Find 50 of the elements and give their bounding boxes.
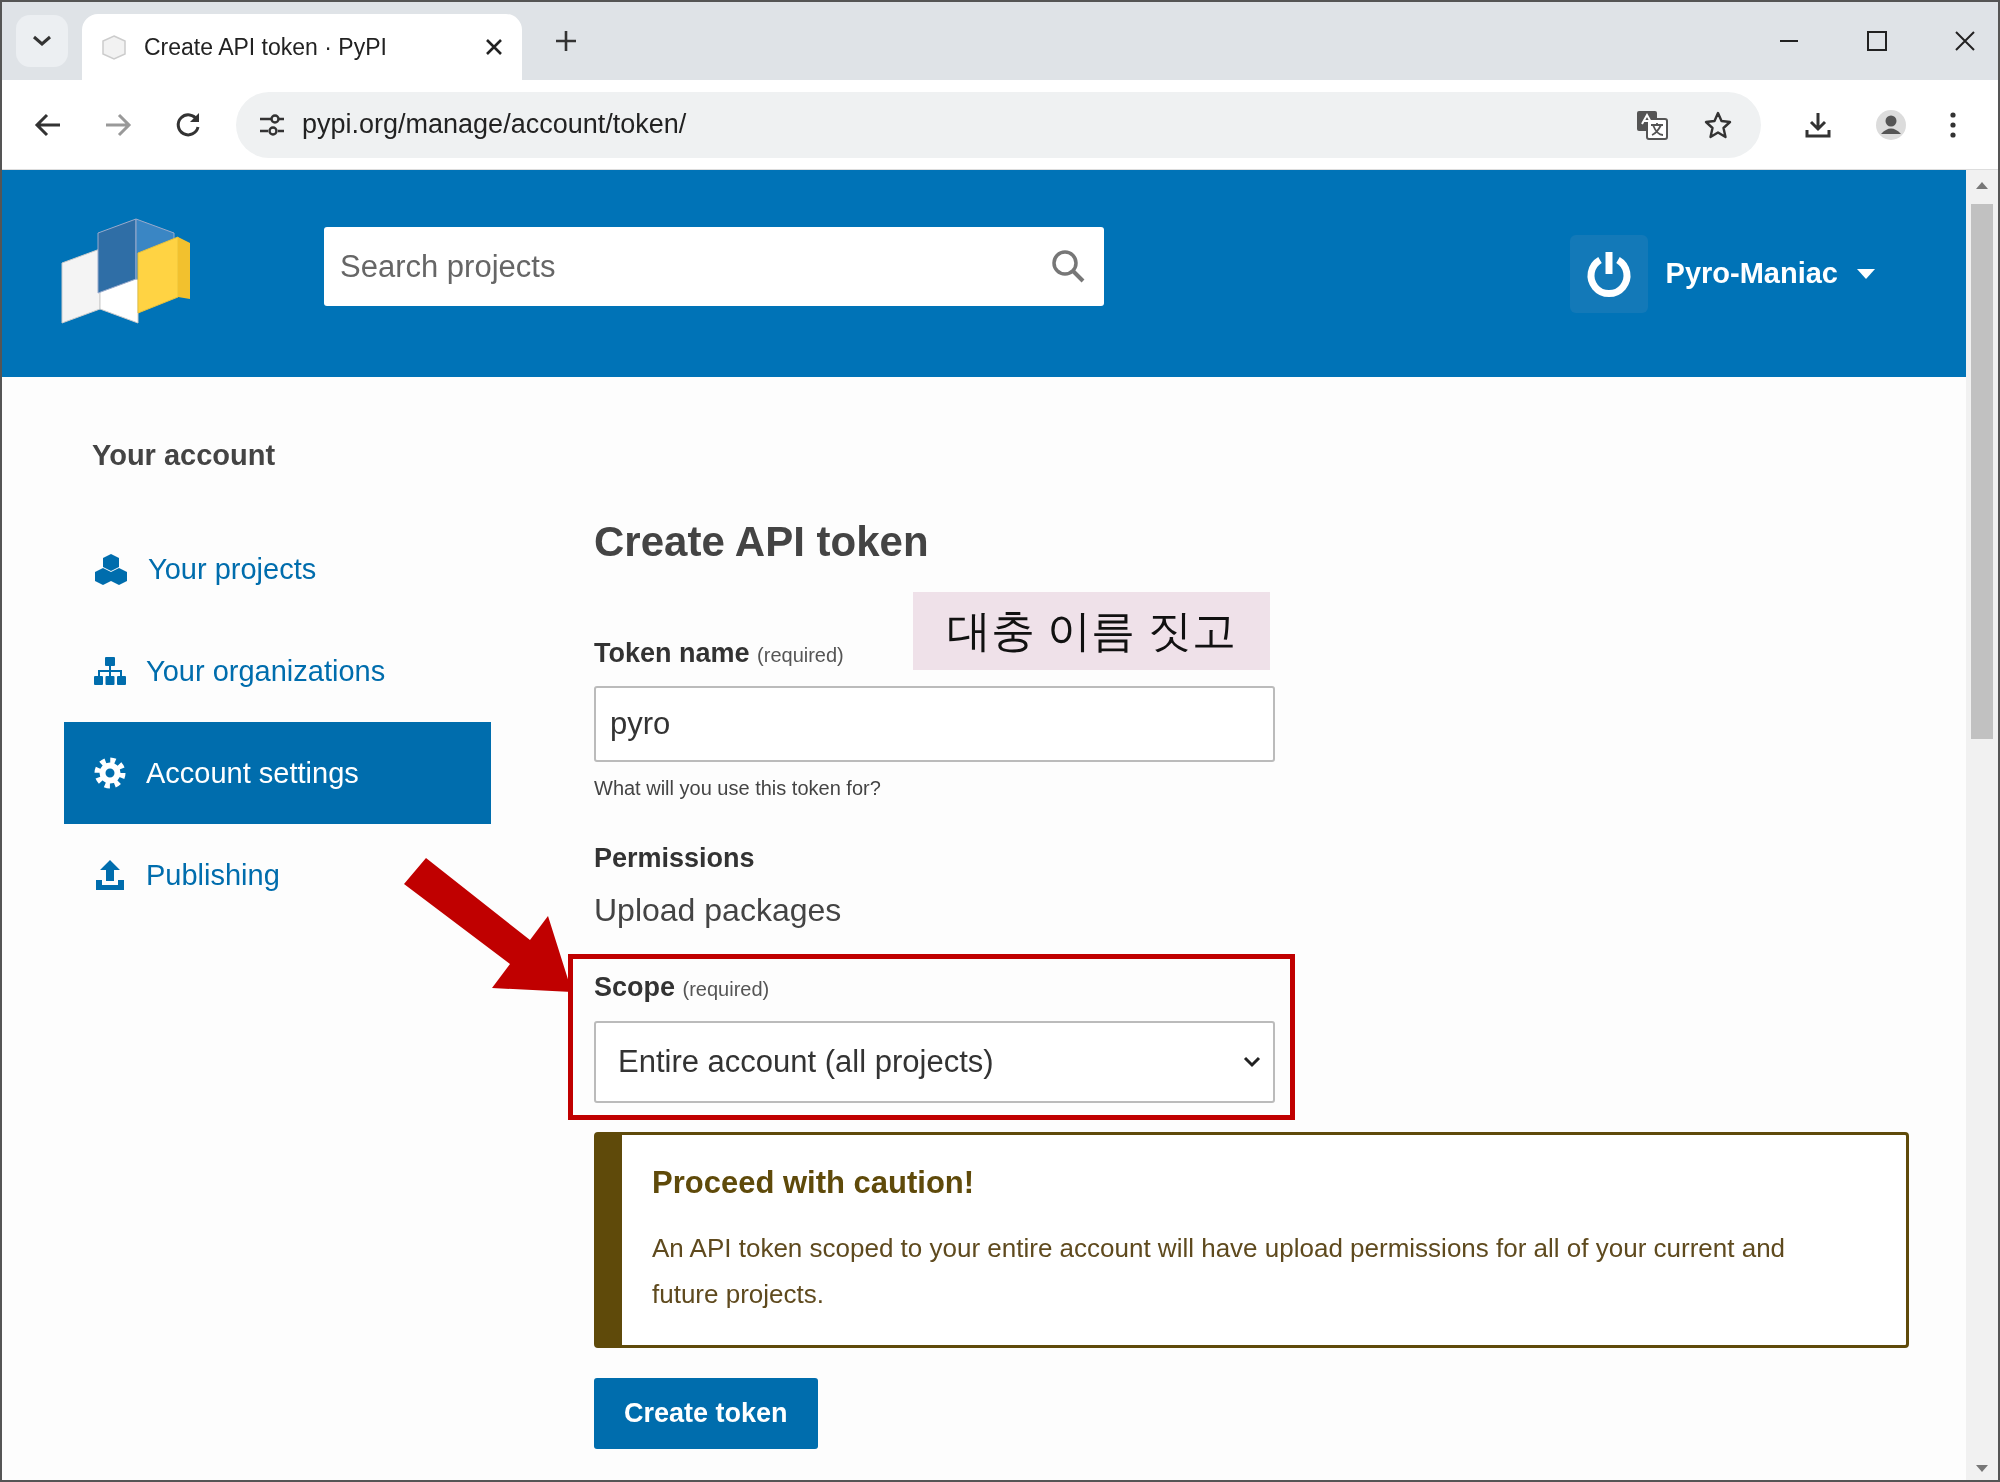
caution-text: An API token scoped to your entire account will have upload permissions for all of your current and future projects. [652,1232,1787,1311]
field-label: Token name [594,638,750,668]
chevron-down-icon [1243,1056,1261,1068]
field-label: Scope [594,972,676,1002]
url-text: pypi.org/manage/account/token/ [302,109,687,140]
cubes-icon [94,553,128,585]
sidebar-item[interactable]: Your organizations [64,620,491,722]
scroll-down-icon[interactable] [1975,1464,1989,1474]
required-note: (required) [757,644,844,666]
caret-icon [1856,267,1876,280]
search-icon[interactable] [1050,248,1086,284]
close-icon[interactable] [484,37,504,57]
scope-dropdown[interactable]: Entire account (all projects) [594,1021,1275,1103]
permission-text: Upload packages [594,891,842,930]
gear-icon [94,757,126,789]
page-title: Create API token [594,517,929,567]
cube-icon [100,33,128,61]
tab-search-button[interactable] [16,15,68,67]
search-field[interactable]: Search projects [324,227,1104,306]
scrollbar[interactable] [1966,170,1998,1480]
browser-tab[interactable]: Create API token · PyPI [82,14,522,80]
address-bar[interactable]: pypi.org/manage/account/token/ [236,91,1761,158]
sidebar-heading: Your account [92,439,277,472]
sidebar-item[interactable]: Your projects [64,518,491,620]
more-menu-icon[interactable] [1949,110,1957,139]
sidebar-item[interactable]: Account settings [64,722,491,824]
create-token-button[interactable]: Create token [594,1378,818,1449]
required-note: (required) [682,978,770,1000]
reload-icon[interactable] [174,110,202,139]
translate-icon[interactable] [1635,108,1669,141]
site-settings-icon[interactable] [258,112,286,137]
user-menu-button[interactable]: Pyro-Maniac [1569,234,1876,313]
star-icon[interactable] [1703,109,1733,140]
help-text: What will you use this token for? [594,776,881,801]
maximize-icon[interactable] [1866,30,1888,52]
chevron-down-icon [31,34,53,48]
tab-title: Create API token · PyPI [144,33,388,61]
sidebar-item[interactable]: Publishing [64,824,491,926]
caution-title: Proceed with caution! [652,1165,976,1201]
upload-icon [94,859,126,891]
sitemap-icon [94,657,126,685]
annotation-note: 대충 이름 짓고 [913,592,1270,670]
profile-icon[interactable] [1875,108,1907,141]
token-name-field[interactable]: pyro [594,686,1275,762]
close-icon[interactable] [1954,30,1976,52]
forward-arrow-icon[interactable] [104,111,132,138]
scroll-up-icon[interactable] [1975,180,1989,190]
back-arrow-icon[interactable] [34,111,62,138]
plus-icon[interactable] [554,29,578,53]
section-label: Permissions [594,842,755,874]
